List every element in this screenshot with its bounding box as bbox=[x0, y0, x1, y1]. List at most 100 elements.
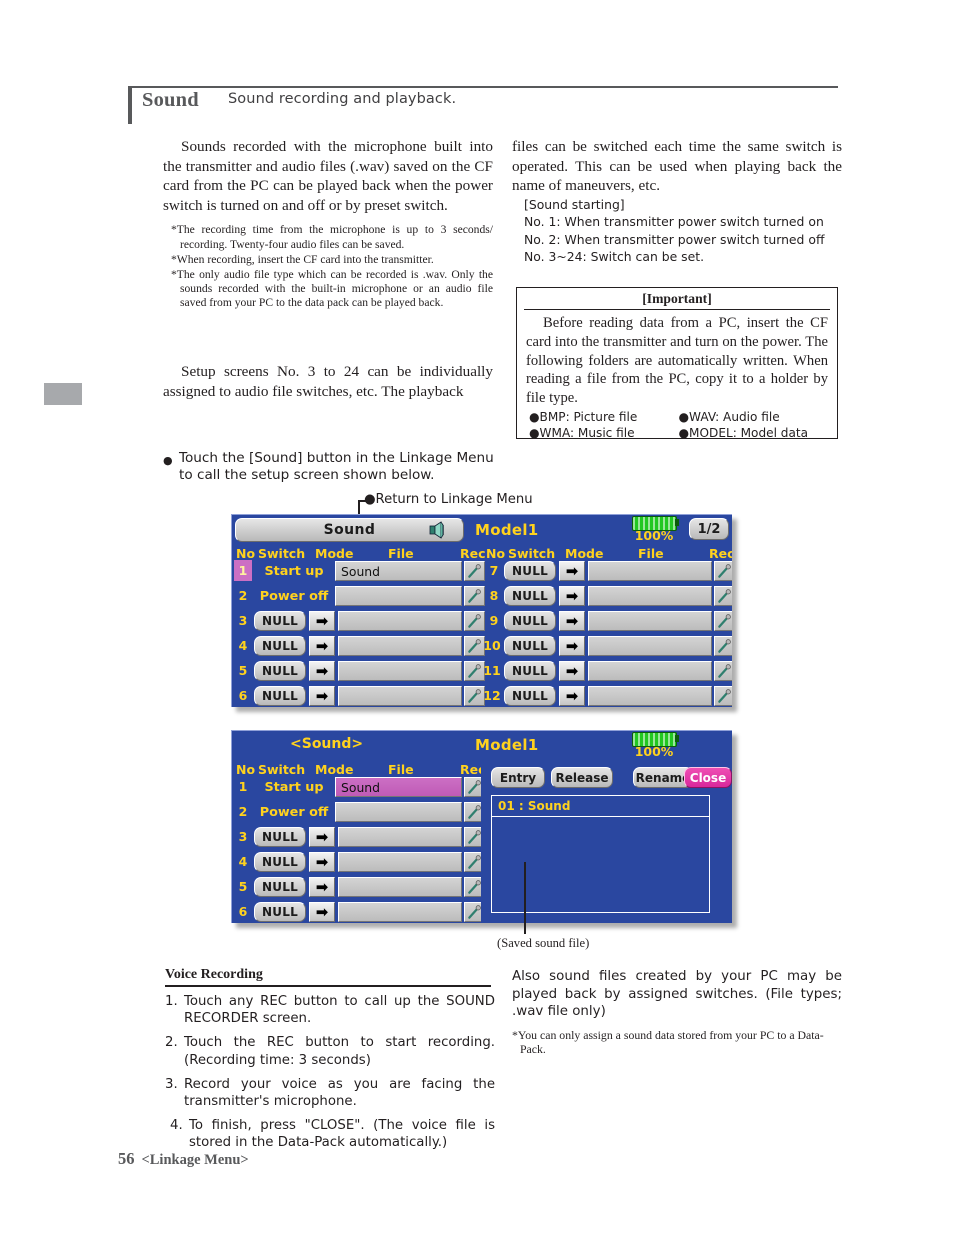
row-switch-button[interactable]: NULL bbox=[254, 852, 306, 872]
arrow-right-icon: ➡ bbox=[565, 611, 579, 630]
row-switch-button[interactable]: NULL bbox=[254, 827, 306, 847]
row-switch-button[interactable]: NULL bbox=[254, 611, 306, 631]
page-subtitle: Sound recording and playback. bbox=[228, 91, 457, 107]
important-file-types: ●BMP: Picture file ●WMA: Music file ●WAV… bbox=[517, 407, 837, 441]
row-no: 4 bbox=[238, 638, 248, 653]
row-file[interactable] bbox=[338, 636, 462, 656]
microphone-icon bbox=[468, 804, 481, 819]
row-rec-button[interactable] bbox=[714, 636, 732, 656]
row-mode-button[interactable]: ➡ bbox=[309, 827, 335, 847]
row-no: 3 bbox=[238, 613, 248, 628]
row-mode-button[interactable]: ➡ bbox=[309, 877, 335, 897]
row-switch: Start up bbox=[264, 779, 324, 795]
row-file[interactable] bbox=[338, 611, 462, 631]
right-column: files can be switched each time the same… bbox=[512, 137, 842, 265]
row-file[interactable] bbox=[338, 686, 462, 706]
row-switch-button[interactable]: NULL bbox=[504, 661, 556, 681]
row-mode-button[interactable]: ➡ bbox=[559, 661, 585, 681]
row-mode-button[interactable]: ➡ bbox=[559, 561, 585, 581]
row-switch-button[interactable]: NULL bbox=[254, 877, 306, 897]
row-switch-button[interactable]: NULL bbox=[504, 586, 556, 606]
row-switch-label: NULL bbox=[262, 905, 298, 919]
arrow-right-icon: ➡ bbox=[315, 877, 329, 896]
row-rec-button[interactable] bbox=[714, 561, 732, 581]
row-file[interactable] bbox=[335, 586, 462, 606]
table-row: 3 NULL ➡ 9 NULL ➡ bbox=[232, 609, 732, 634]
row-file[interactable] bbox=[338, 902, 462, 922]
row-mode-button[interactable]: ➡ bbox=[309, 636, 335, 656]
row-no: 3 bbox=[238, 829, 248, 844]
row-file[interactable] bbox=[338, 852, 462, 872]
sound-button-label: Sound bbox=[323, 522, 376, 538]
list-item[interactable]: 01 : Sound bbox=[492, 796, 709, 817]
row-switch-label: NULL bbox=[262, 639, 298, 653]
row-mode-button[interactable]: ➡ bbox=[559, 636, 585, 656]
row-switch-label: NULL bbox=[262, 830, 298, 844]
row-file[interactable] bbox=[588, 661, 712, 681]
row-mode-button[interactable]: ➡ bbox=[309, 686, 335, 706]
row-file[interactable] bbox=[588, 561, 712, 581]
row-switch-button[interactable]: NULL bbox=[254, 636, 306, 656]
row-file[interactable] bbox=[338, 661, 462, 681]
row-rec-button[interactable] bbox=[714, 661, 732, 681]
release-button[interactable]: Release bbox=[551, 767, 613, 788]
lcd-screenshot-sound-list: Sound Model1 100% 1/2 No Switch Mode Fil… bbox=[231, 514, 732, 707]
row-mode-button[interactable]: ➡ bbox=[309, 852, 335, 872]
row-switch-button[interactable]: NULL bbox=[504, 561, 556, 581]
row-file[interactable] bbox=[588, 636, 712, 656]
row-rec-button[interactable] bbox=[714, 611, 732, 631]
row-rec-button[interactable] bbox=[464, 636, 485, 656]
row-file[interactable] bbox=[588, 586, 712, 606]
row-no: 5 bbox=[238, 663, 248, 678]
entry-button[interactable]: Entry bbox=[491, 767, 545, 788]
rename-button-label: Rename bbox=[635, 770, 691, 785]
row-rec-button[interactable] bbox=[464, 661, 485, 681]
row-switch-button[interactable]: NULL bbox=[254, 686, 306, 706]
row-switch-label: NULL bbox=[262, 855, 298, 869]
row-rec-button[interactable] bbox=[714, 686, 732, 706]
row-switch-button[interactable]: NULL bbox=[504, 636, 556, 656]
row-no: 7 bbox=[489, 563, 499, 578]
battery-icon bbox=[630, 516, 679, 531]
row-mode-button[interactable]: ➡ bbox=[559, 586, 585, 606]
row-file-selected[interactable]: Sound bbox=[335, 777, 462, 797]
row-rec-button[interactable] bbox=[464, 586, 485, 606]
table-row: 4 NULL ➡ 10 NULL ➡ bbox=[232, 634, 732, 659]
row-file[interactable]: Sound bbox=[335, 561, 462, 581]
row-rec-button[interactable] bbox=[464, 561, 485, 581]
row-switch-button[interactable]: NULL bbox=[504, 686, 556, 706]
row-mode-button[interactable]: ➡ bbox=[309, 902, 335, 922]
row-rec-button[interactable] bbox=[464, 611, 485, 631]
row-switch-button[interactable]: NULL bbox=[504, 611, 556, 631]
sound-starting-item-2: No. 2: When transmitter power switch tur… bbox=[524, 231, 825, 247]
row-file[interactable] bbox=[588, 686, 712, 706]
row-file[interactable] bbox=[588, 611, 712, 631]
model-name-label: Model1 bbox=[475, 736, 539, 754]
close-button[interactable]: Close bbox=[684, 767, 732, 788]
row-file[interactable] bbox=[338, 877, 462, 897]
row-rec-button[interactable] bbox=[714, 586, 732, 606]
page-indicator-button[interactable]: 1/2 bbox=[689, 518, 729, 540]
microphone-icon bbox=[468, 688, 481, 703]
note-3: *The only audio file type which can be r… bbox=[171, 267, 493, 310]
row-mode-button[interactable]: ➡ bbox=[309, 611, 335, 631]
note-1: *The recording time from the microphone … bbox=[171, 223, 493, 251]
row-mode-button[interactable]: ➡ bbox=[559, 686, 585, 706]
important-item-bmp: ●BMP: Picture file bbox=[529, 410, 638, 425]
microphone-icon bbox=[718, 588, 731, 603]
row-rec-button[interactable] bbox=[464, 686, 485, 706]
arrow-right-icon: ➡ bbox=[565, 686, 579, 705]
s1-rows: 1 Start up Sound 7 NULL ➡ 2 Power off 8 … bbox=[232, 559, 732, 707]
row-file[interactable] bbox=[335, 802, 462, 822]
row-switch-button[interactable]: NULL bbox=[254, 902, 306, 922]
arrow-right-icon: ➡ bbox=[315, 686, 329, 705]
row-mode-button[interactable]: ➡ bbox=[309, 661, 335, 681]
header-rule bbox=[128, 86, 838, 88]
microphone-icon bbox=[718, 638, 731, 653]
row-mode-button[interactable]: ➡ bbox=[559, 611, 585, 631]
row-file[interactable] bbox=[338, 827, 462, 847]
header-left-bar bbox=[128, 86, 132, 124]
row-switch-button[interactable]: NULL bbox=[254, 661, 306, 681]
release-button-label: Release bbox=[555, 770, 609, 785]
microphone-icon bbox=[468, 663, 481, 678]
